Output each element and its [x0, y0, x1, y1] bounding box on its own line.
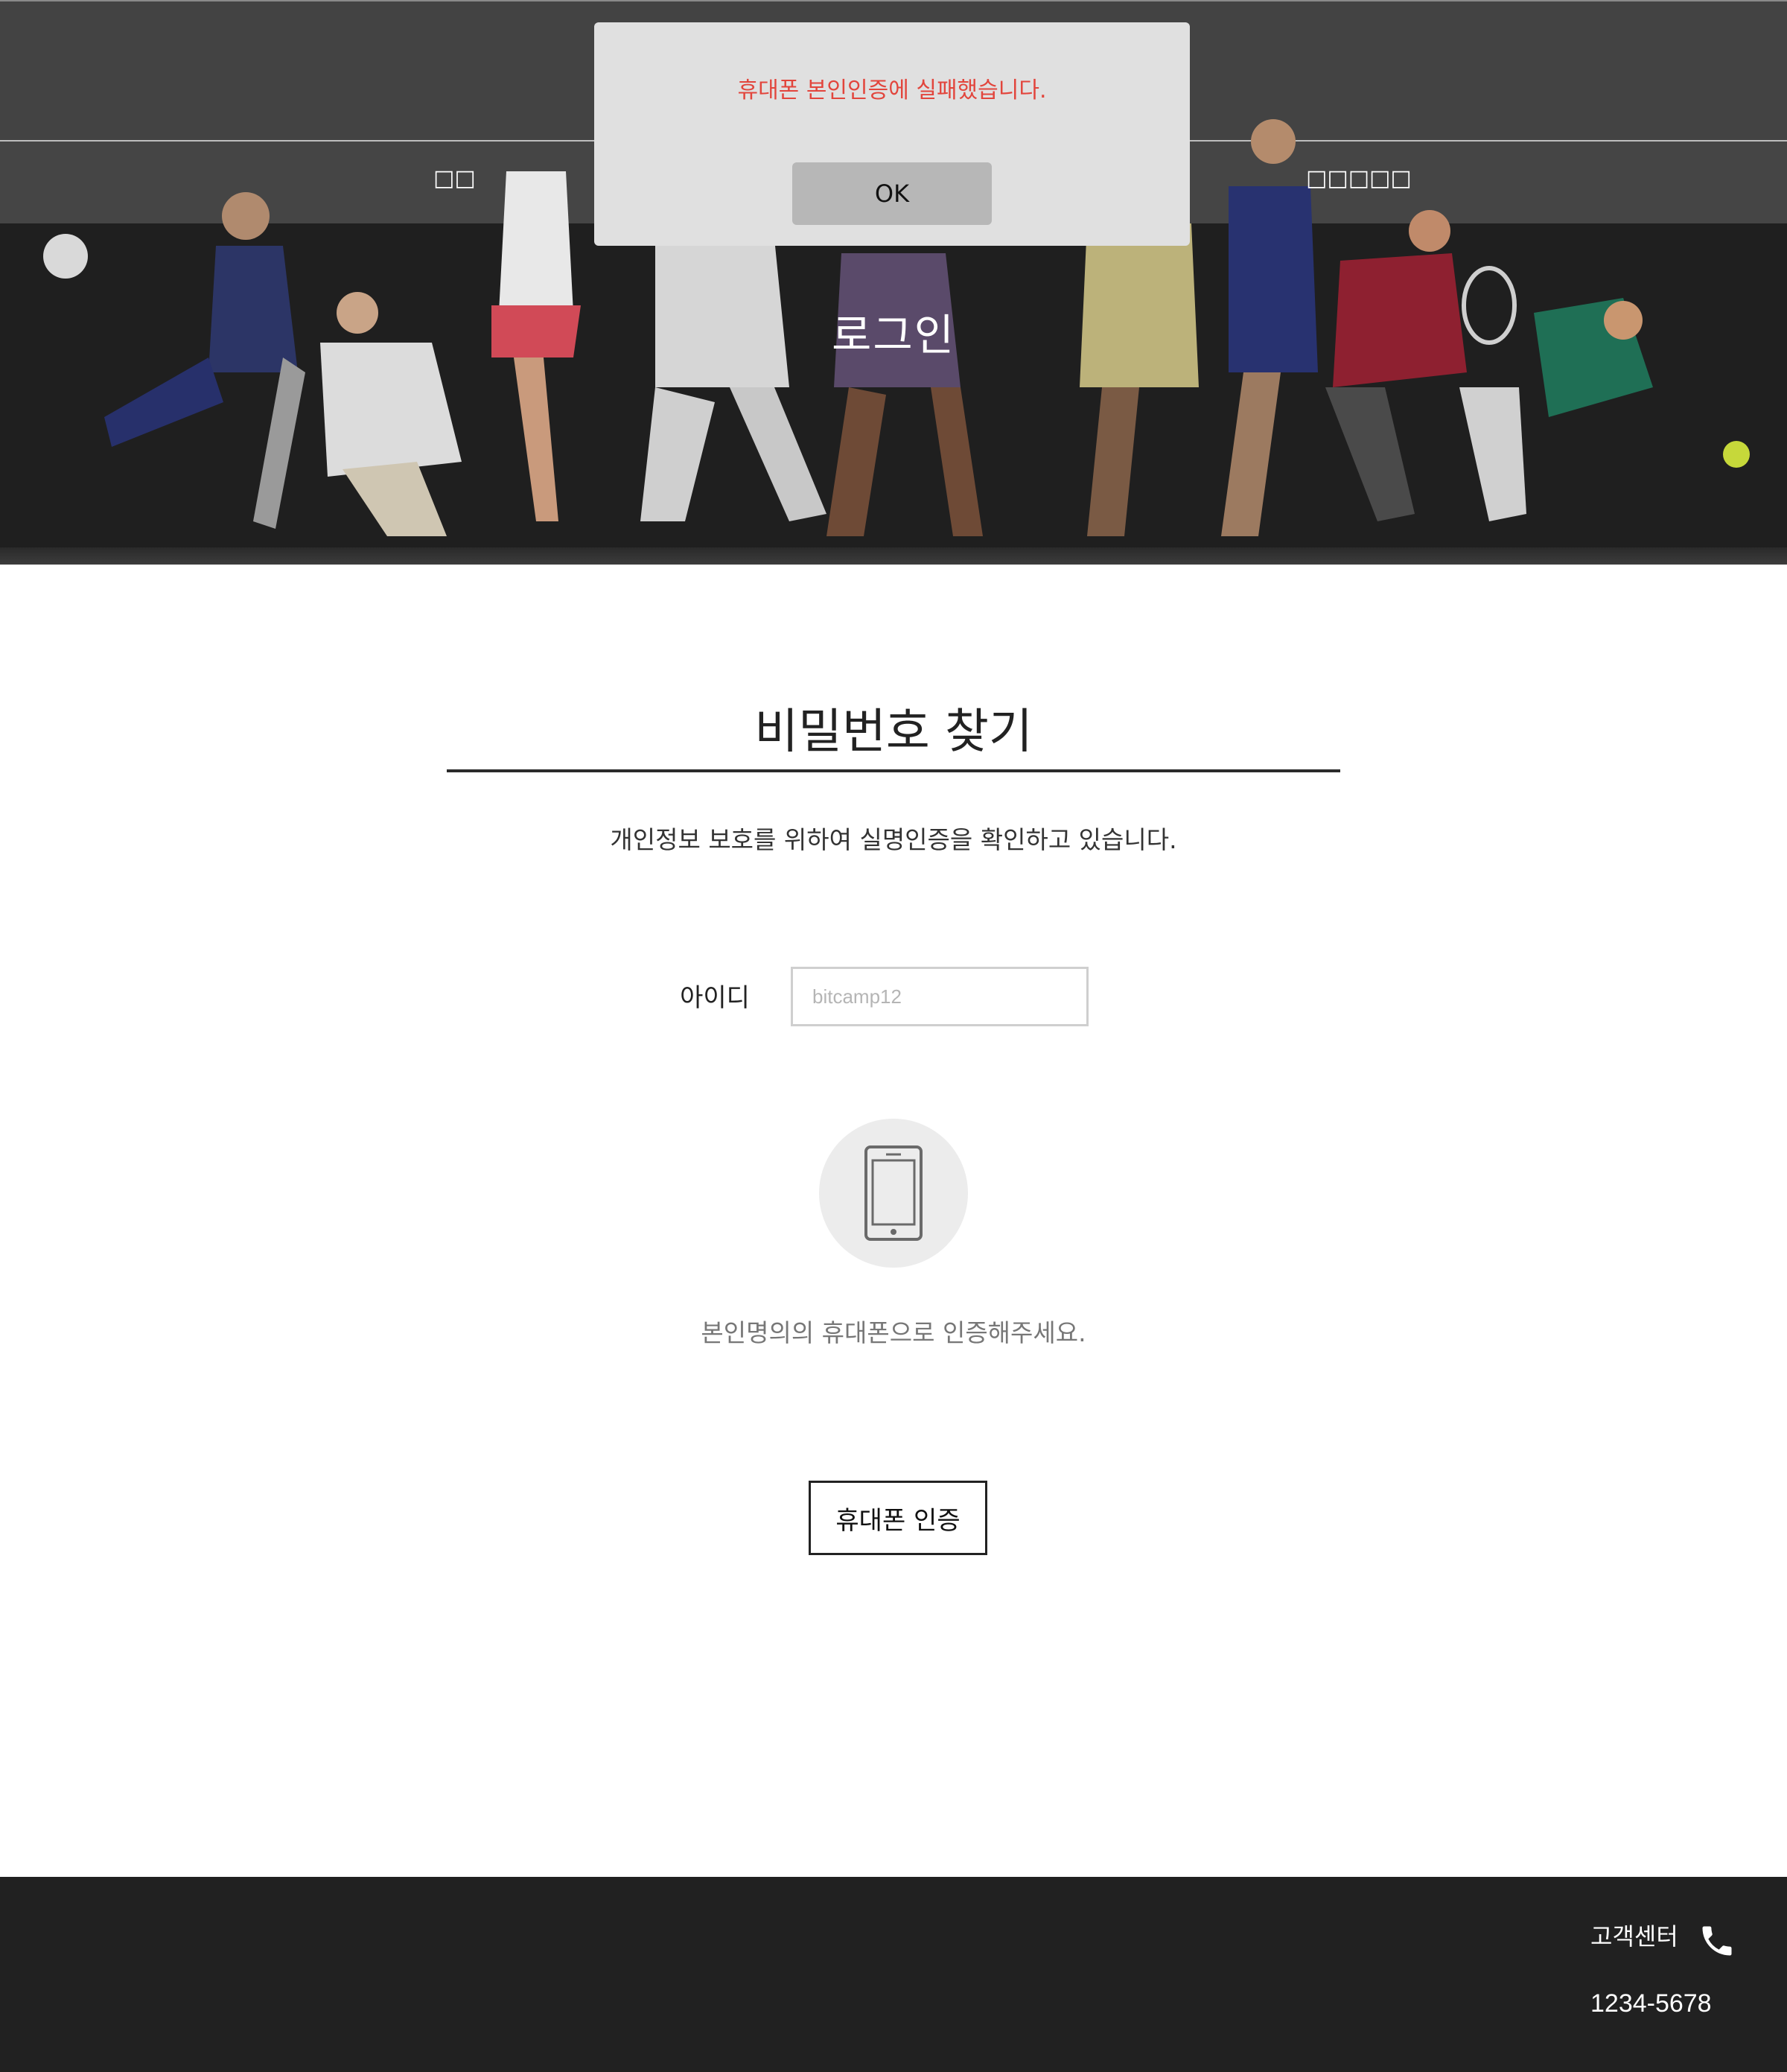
phone-verify-button[interactable]: 휴대폰 인증	[809, 1481, 987, 1555]
page-title: 비밀번호 찾기	[754, 705, 1033, 760]
footer	[0, 1877, 1787, 2072]
alert-dialog: 휴대폰 본인인증에 실패했습니다. OK	[594, 22, 1190, 246]
page-subtitle: 개인정보 보호를 위하여 실명인증을 확인하고 있습니다.	[610, 825, 1177, 854]
hero-floor	[0, 547, 1787, 565]
alert-message: 휴대폰 본인인증에 실패했습니다.	[737, 77, 1047, 104]
alert-ok-button[interactable]: OK	[792, 162, 992, 225]
mobile-phone-icon	[864, 1145, 923, 1241]
title-divider	[447, 769, 1340, 772]
id-input[interactable]	[791, 967, 1089, 1026]
verification-help-text: 본인명의의 휴대폰으로 인증해주세요.	[701, 1318, 1086, 1347]
phone-icon-badge	[819, 1119, 968, 1268]
customer-center-number: 1234-5678	[1590, 1989, 1712, 2018]
id-label: 아이디	[680, 983, 750, 1013]
nav-item-left[interactable]: □□	[433, 164, 476, 194]
nav-item-right[interactable]: □□□□□	[1306, 164, 1412, 194]
customer-center-label: 고객센터	[1590, 1922, 1678, 1951]
phone-icon	[1702, 1926, 1732, 1956]
hero-title: 로그인	[831, 310, 956, 360]
